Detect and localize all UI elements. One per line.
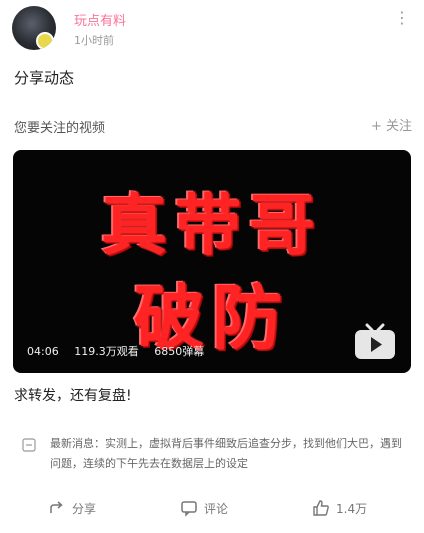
follow-row: 您要关注的视频 + 关注 xyxy=(14,115,412,137)
action-bar: 分享 评论 1.4万 xyxy=(0,494,424,522)
share-button[interactable]: 分享 xyxy=(48,494,96,522)
comment-icon xyxy=(181,501,197,517)
follow-button[interactable]: + 关注 xyxy=(371,115,412,134)
description-text: 最新消息：实测上，虚拟背后事件细致后追查分步，找到他们大巴，遇到问题，连续的下午… xyxy=(50,437,402,470)
comment-label: 评论 xyxy=(204,501,229,516)
video-card[interactable]: 真带哥 破防 04:06 119.3万观看 6850弹幕 xyxy=(13,150,411,373)
follow-button-label: + 关注 xyxy=(370,119,412,134)
post-header: 玩点有料 1小时前 ⋮ xyxy=(12,6,412,50)
verified-badge-icon xyxy=(36,32,54,50)
video-duration: 04:06 xyxy=(27,345,59,358)
avatar[interactable] xyxy=(12,6,56,50)
video-danmaku: 6850弹幕 xyxy=(154,345,205,358)
video-views: 119.3万观看 xyxy=(74,345,139,358)
video-meta: 04:06 119.3万观看 6850弹幕 xyxy=(27,343,216,359)
description: 最新消息：实测上，虚拟背后事件细致后追查分步，找到他们大巴，遇到问题，连续的下午… xyxy=(22,434,412,478)
more-vertical-icon[interactable]: ⋮ xyxy=(394,8,410,28)
info-icon xyxy=(22,438,36,452)
cover-title-line1: 真带哥 xyxy=(101,186,323,264)
post-time: 1小时前 xyxy=(74,34,114,47)
share-icon xyxy=(50,501,63,513)
like-label: 1.4万 xyxy=(336,501,368,516)
play-tv-icon[interactable] xyxy=(353,323,397,361)
author-name[interactable]: 玩点有料 xyxy=(74,10,126,29)
like-button[interactable]: 1.4万 xyxy=(312,494,367,522)
share-label: 分享 xyxy=(72,501,97,516)
comment-button[interactable]: 评论 xyxy=(180,494,228,522)
post-text: 分享动态 xyxy=(14,69,75,87)
like-icon xyxy=(313,500,329,516)
follow-title: 您要关注的视频 xyxy=(14,121,106,136)
video-title[interactable]: 求转发，还有复盘! xyxy=(14,385,132,405)
